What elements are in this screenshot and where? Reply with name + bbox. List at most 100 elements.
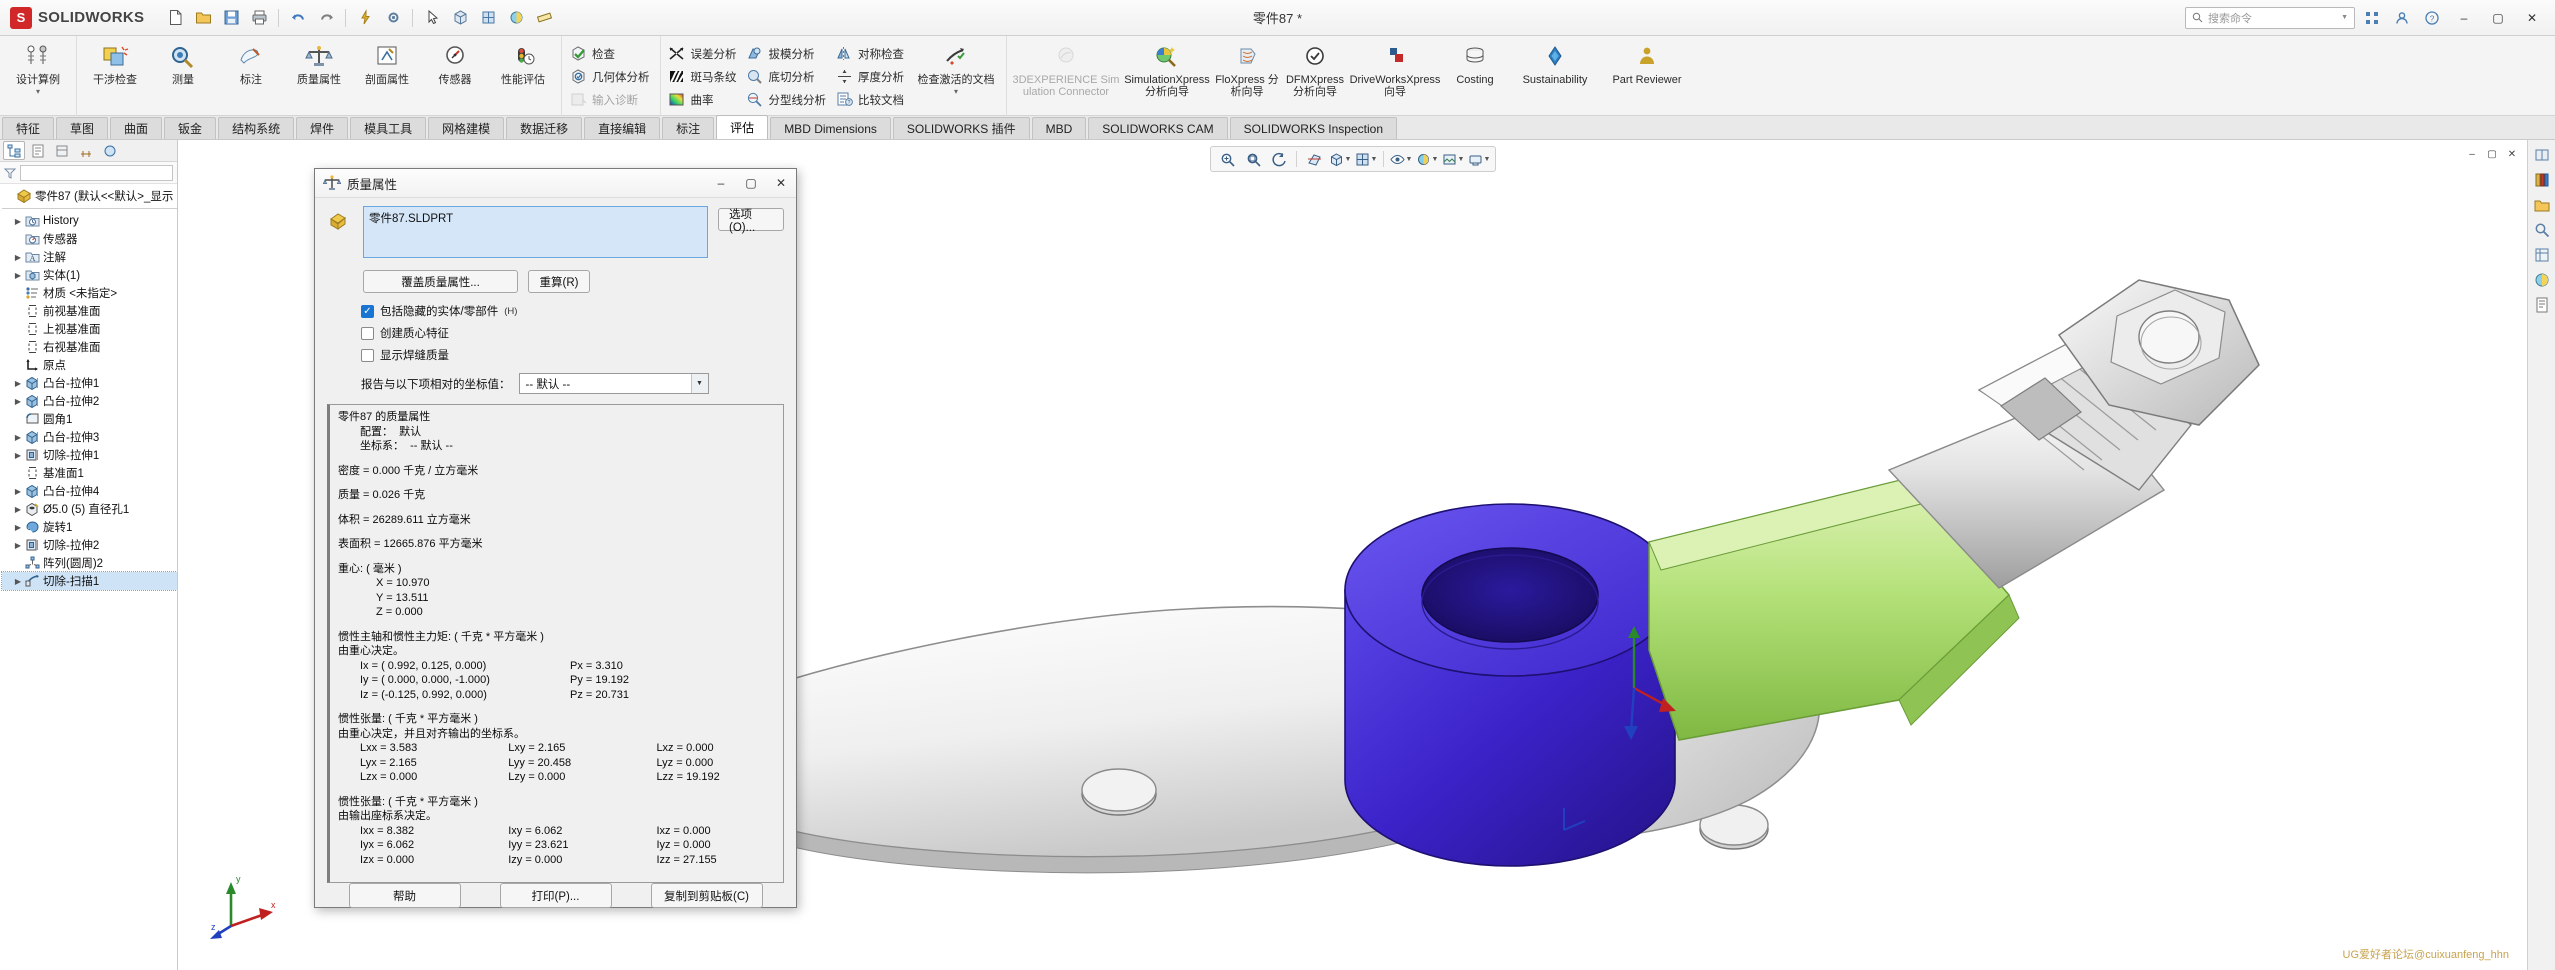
help-button[interactable]: 帮助: [348, 883, 461, 908]
view-settings-icon[interactable]: ▼: [1467, 149, 1491, 169]
tab-mold-tools[interactable]: 模具工具: [350, 117, 427, 139]
zoom-to-area-icon[interactable]: [1241, 149, 1265, 169]
chevron-right-icon[interactable]: ▶: [12, 541, 24, 550]
tree-item[interactable]: 圆角1: [2, 410, 177, 428]
chevron-right-icon[interactable]: ▶: [12, 397, 24, 406]
display-manager-tab[interactable]: [99, 141, 121, 160]
zoom-to-fit-icon[interactable]: [1215, 149, 1239, 169]
custom-properties-icon[interactable]: [2531, 294, 2553, 316]
markup-button[interactable]: 标注: [217, 38, 285, 112]
tree-item[interactable]: 上视基准面: [2, 320, 177, 338]
search-input[interactable]: 搜索命令 ▼: [2185, 6, 2355, 29]
tree-item[interactable]: 右视基准面: [2, 338, 177, 356]
chevron-right-icon[interactable]: ▶: [12, 523, 24, 532]
window-maximize-button[interactable]: ▢: [2483, 5, 2513, 31]
chevron-right-icon[interactable]: ▶: [12, 487, 24, 496]
tree-item[interactable]: 零件87 (默认<<默认>_显示: [2, 187, 177, 205]
tree-item[interactable]: 基准面1: [2, 464, 177, 482]
compare-documents-button[interactable]: ? 比较文档: [832, 88, 910, 111]
feature-tree-tab[interactable]: [3, 141, 25, 160]
window-minimize-button[interactable]: –: [2449, 5, 2479, 31]
tab-evaluate[interactable]: 评估: [716, 115, 769, 139]
draft-analysis-button[interactable]: 拔模分析: [743, 42, 833, 65]
driveworksxpress-button[interactable]: DriveWorksXpress 向导: [1349, 38, 1441, 112]
part-reviewer-button[interactable]: Part Reviewer: [1601, 38, 1693, 112]
property-manager-tab[interactable]: [27, 141, 49, 160]
tree-item[interactable]: ▶ 凸台-拉伸1: [2, 374, 177, 392]
design-study-button[interactable]: 设计算例 ▾: [4, 38, 72, 112]
chevron-right-icon[interactable]: ▶: [12, 271, 24, 280]
coordinate-system-select[interactable]: -- 默认 -- ▼: [518, 373, 709, 394]
parting-line-analysis-button[interactable]: 分型线分析: [743, 88, 833, 111]
chevron-right-icon[interactable]: ▶: [12, 451, 24, 460]
tab-solidworks-inspection[interactable]: SOLIDWORKS Inspection: [1229, 117, 1397, 139]
tab-direct-editing[interactable]: 直接编辑: [584, 117, 661, 139]
tab-surfaces[interactable]: 曲面: [110, 117, 163, 139]
tree-item[interactable]: ▶ 实体(1): [2, 266, 177, 284]
save-icon[interactable]: [218, 5, 244, 31]
import-diagnostics-button[interactable]: 输入诊断: [566, 88, 656, 111]
deviation-analysis-button[interactable]: 误差分析: [665, 42, 743, 65]
document-restore-button[interactable]: ▢: [2483, 146, 2501, 162]
chevron-down-icon[interactable]: ▼: [1345, 156, 1352, 163]
print-icon[interactable]: [246, 5, 272, 31]
zebra-stripes-button[interactable]: 斑马条纹: [665, 65, 743, 88]
dfmxpress-button[interactable]: DFMXpress 分析向导: [1281, 38, 1349, 112]
print-button[interactable]: 打印(P)...: [499, 883, 612, 908]
tab-solidworks-cam[interactable]: SOLIDWORKS CAM: [1088, 117, 1228, 139]
new-document-icon[interactable]: [162, 5, 188, 31]
checkbox-box[interactable]: [361, 326, 374, 340]
document-close-button[interactable]: ✕: [2503, 146, 2521, 162]
measure-button[interactable]: 测量: [149, 38, 217, 112]
tab-mbd[interactable]: MBD: [1031, 117, 1087, 139]
dialog-minimize-button[interactable]: –: [706, 169, 736, 197]
rebuild-icon[interactable]: [352, 5, 378, 31]
tree-item[interactable]: 前视基准面: [2, 302, 177, 320]
select-arrow-icon[interactable]: [419, 5, 445, 31]
chevron-down-icon[interactable]: ▼: [1406, 156, 1413, 163]
section-properties-button[interactable]: 剖面属性: [353, 38, 421, 112]
check-active-document-button[interactable]: 检查激活的文档 ▾: [910, 38, 1002, 112]
chevron-down-icon[interactable]: ▼: [690, 374, 708, 393]
tree-item[interactable]: ▶ 切除-拉伸2: [2, 536, 177, 554]
options-gear-icon[interactable]: [380, 5, 406, 31]
tab-features[interactable]: 特征: [2, 117, 55, 139]
checkbox-box-checked[interactable]: [361, 304, 374, 318]
tree-item[interactable]: 原点: [2, 356, 177, 374]
edit-appearance-icon[interactable]: ▼: [1415, 149, 1439, 169]
chevron-down-icon[interactable]: ▾: [954, 87, 958, 96]
tree-item[interactable]: ▶ History: [2, 212, 177, 230]
section-view-icon[interactable]: [1302, 149, 1326, 169]
configuration-manager-tab[interactable]: [51, 141, 73, 160]
document-minimize-button[interactable]: –: [2463, 146, 2481, 162]
apply-scene-icon[interactable]: ▼: [1441, 149, 1465, 169]
simulationxpress-button[interactable]: SimulationXpress 分析向导: [1121, 38, 1213, 112]
symmetry-check-button[interactable]: 对称检查: [832, 42, 910, 65]
tree-item[interactable]: ▶ Ø5.0 (5) 直径孔1: [2, 500, 177, 518]
chevron-down-icon[interactable]: ▼: [1432, 156, 1439, 163]
redo-icon[interactable]: [313, 5, 339, 31]
view-palette-icon[interactable]: [2531, 244, 2553, 266]
open-folder-icon[interactable]: [190, 5, 216, 31]
chevron-down-icon[interactable]: ▼: [1458, 156, 1465, 163]
appearances-icon[interactable]: [2531, 269, 2553, 291]
floxpress-button[interactable]: FloXpress 分析向导: [1213, 38, 1281, 112]
chevron-down-icon[interactable]: ▾: [36, 87, 40, 96]
chevron-down-icon[interactable]: ▼: [2341, 14, 2348, 21]
person-icon[interactable]: [2389, 5, 2415, 31]
tree-item[interactable]: 材质 <未指定>: [2, 284, 177, 302]
tree-item[interactable]: ▶ A 注解: [2, 248, 177, 266]
tab-mbd-dimensions[interactable]: MBD Dimensions: [770, 117, 891, 139]
curvature-button[interactable]: 曲率: [665, 88, 743, 111]
tree-item[interactable]: ▶ 凸台-拉伸2: [2, 392, 177, 410]
tab-sketch[interactable]: 草图: [56, 117, 109, 139]
chevron-down-icon[interactable]: ▼: [1484, 156, 1491, 163]
dimxpert-manager-tab[interactable]: [75, 141, 97, 160]
tab-data-migration[interactable]: 数据迁移: [506, 117, 583, 139]
chevron-right-icon[interactable]: ▶: [12, 433, 24, 442]
override-mass-properties-button[interactable]: 覆盖质量属性...: [363, 270, 518, 293]
mass-properties-dialog[interactable]: 质量属性 – ▢ ✕ 零件87.SLDPRT 选项(O)... 覆盖质量属性..…: [314, 168, 797, 908]
show-weld-bead-mass-checkbox[interactable]: 显示焊缝质量: [361, 347, 784, 363]
checkbox-box-2[interactable]: [361, 348, 374, 362]
tab-annotation[interactable]: 标注: [662, 117, 715, 139]
